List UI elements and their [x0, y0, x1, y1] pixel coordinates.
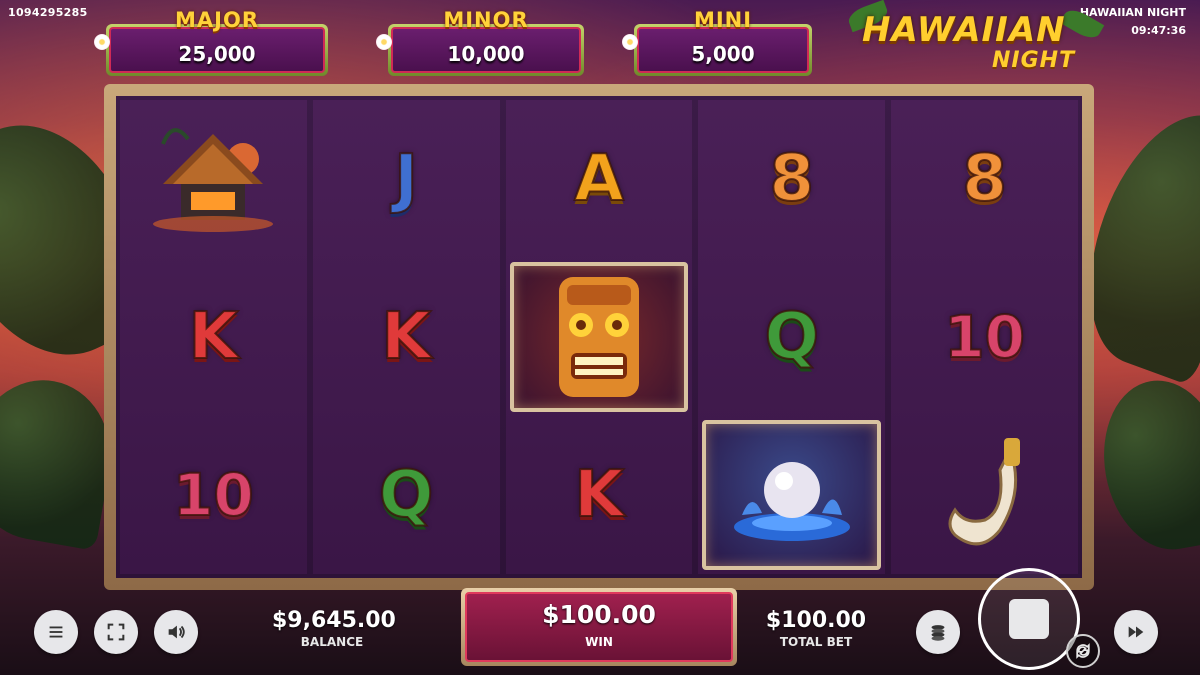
total-bet-display: $100.00 TOTAL BET [756, 608, 876, 649]
session-id: 1094295285 [8, 6, 88, 19]
symbol-cell: Q [313, 416, 500, 574]
symbol-cell: 10 [120, 416, 307, 574]
symbol-k: K [573, 458, 625, 532]
autoplay-button[interactable] [1066, 634, 1100, 668]
symbol-k: K [380, 300, 432, 374]
menu-button[interactable] [34, 610, 78, 654]
flower-icon [376, 34, 392, 50]
flower-icon [622, 34, 638, 50]
logo-line2: NIGHT [992, 48, 1076, 73]
jackpot-minor-title: MINOR [443, 8, 529, 32]
jackpot-mini: MINI 5,000 [622, 8, 812, 76]
balance-label: BALANCE [300, 635, 364, 649]
jackpot-major-value: 25,000 [178, 42, 256, 66]
stop-icon [1009, 599, 1049, 639]
jackpot-minor-value: 10,000 [447, 42, 525, 66]
highlight-frame [509, 262, 689, 412]
symbol-8: 8 [961, 142, 1008, 216]
fullscreen-button[interactable] [94, 610, 138, 654]
symbol-q: Q [378, 458, 434, 532]
bet-settings-button[interactable] [916, 610, 960, 654]
autoplay-icon [1076, 643, 1090, 659]
clock-label: 09:47:36 [1131, 24, 1186, 37]
symbol-cell: K [313, 258, 500, 416]
symbol-j: J [393, 142, 419, 216]
jackpot-major: MAJOR 25,000 [94, 8, 328, 76]
spin-stop-button[interactable] [978, 568, 1080, 670]
win-label: WIN [585, 635, 613, 649]
fullscreen-icon [107, 623, 125, 641]
symbol-8: 8 [769, 142, 816, 216]
reel-1: K 10 [120, 100, 307, 574]
symbol-cell: 8 [891, 100, 1078, 258]
hut-icon [153, 128, 274, 232]
reel-4: 8 Q [698, 100, 886, 574]
speaker-icon [168, 625, 185, 639]
symbol-cell: K [120, 258, 307, 416]
hook-icon [948, 438, 1020, 546]
flower-icon [94, 34, 110, 50]
reel-2: J K Q [312, 100, 500, 574]
symbol-10: 10 [943, 303, 1026, 371]
game-logo: HAWAIIAN NIGHT [845, 0, 1105, 80]
symbol-cell [120, 100, 307, 258]
reel-3: A K [505, 100, 693, 574]
coins-icon [931, 625, 945, 641]
palm-leaf-right-lower-decoration [1091, 370, 1200, 560]
menu-icon [49, 626, 63, 638]
reel-5: 8 10 [891, 100, 1078, 574]
symbol-q: Q [764, 300, 820, 374]
symbol-cell-highlighted [698, 416, 885, 574]
fast-forward-icon [1128, 626, 1144, 638]
symbol-cell: 10 [891, 258, 1078, 416]
symbol-cell: Q [698, 258, 885, 416]
turbo-button[interactable] [1114, 610, 1158, 654]
jackpot-minor: MINOR 10,000 [376, 8, 584, 76]
reel-grid: K 10 J K Q A K 8 Q 8 10 [116, 96, 1082, 578]
win-amount: $100.00 [542, 600, 656, 629]
symbol-10: 10 [172, 461, 255, 529]
logo-line1: HAWAIIAN [862, 10, 1066, 50]
symbol-cell [891, 416, 1078, 574]
symbol-cell: 8 [698, 100, 885, 258]
jackpot-mini-value: 5,000 [691, 42, 755, 66]
balance-display: $9,645.00 BALANCE [272, 608, 396, 649]
symbol-cell: A [506, 100, 693, 258]
jackpot-major-title: MAJOR [175, 8, 259, 32]
total-bet-label: TOTAL BET [779, 635, 853, 649]
symbol-cell: J [313, 100, 500, 258]
symbol-k: K [188, 300, 240, 374]
sound-button[interactable] [154, 610, 198, 654]
reel-frame: K 10 J K Q A K 8 Q 8 10 [104, 84, 1094, 590]
win-display: $100.00 WIN [461, 588, 737, 666]
total-bet-amount: $100.00 [765, 608, 867, 633]
symbol-a: A [573, 142, 625, 216]
jackpot-mini-title: MINI [693, 8, 753, 32]
symbol-cell: K [506, 416, 693, 574]
highlight-frame [702, 420, 882, 570]
symbol-cell-highlighted [506, 258, 693, 416]
leaf-icon [1059, 5, 1105, 43]
balance-amount: $9,645.00 [272, 608, 396, 633]
